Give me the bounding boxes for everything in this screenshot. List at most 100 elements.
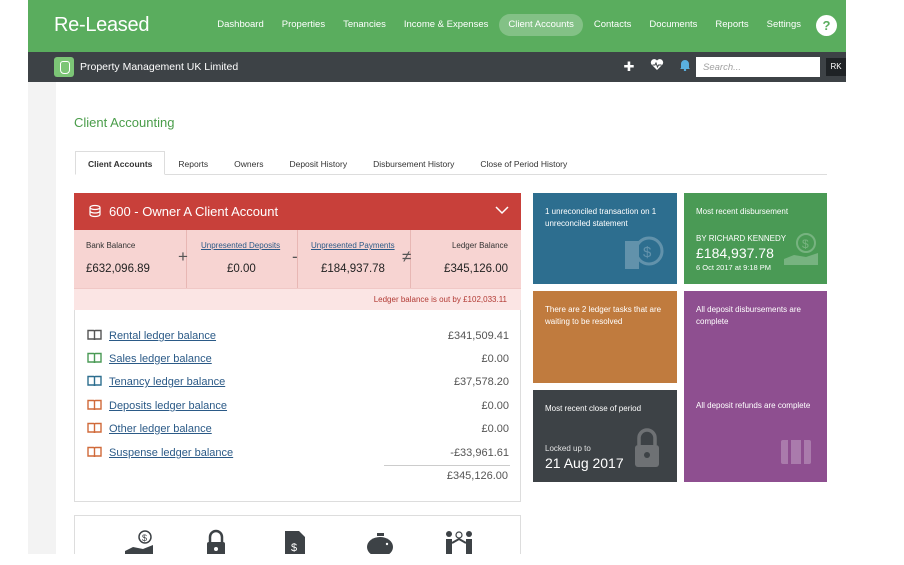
main-nav: Dashboard Properties Tenancies Income & … <box>208 14 846 36</box>
ledger-total: £345,126.00 <box>446 470 508 482</box>
nav-settings[interactable]: Settings <box>758 14 810 36</box>
nav-documents[interactable]: Documents <box>640 14 706 36</box>
tab-reports[interactable]: Reports <box>165 151 221 175</box>
tab-disbursement-history[interactable]: Disbursement History <box>360 151 467 175</box>
list-item: Tenancy ledger balance £37,578.20 <box>87 373 509 391</box>
user-avatar[interactable]: RK <box>826 58 846 76</box>
heartbeat-icon[interactable] <box>650 58 664 75</box>
nav-properties[interactable]: Properties <box>273 14 334 36</box>
ledger-amount: £0.00 <box>481 400 509 412</box>
unpresented-deposits-value: £0.00 <box>227 263 256 275</box>
disbursement-tile[interactable]: Most recent disbursement BY RICHARD KENN… <box>684 193 827 284</box>
tab-close-of-period-history[interactable]: Close of Period History <box>467 151 580 175</box>
list-item: Suspense ledger balance -£33,961.61 <box>87 444 509 462</box>
balance-summary: Bank Balance £632,096.89 + Unpresented D… <box>74 230 521 288</box>
top-navigation-bar: Re-Leased Dashboard Properties Tenancies… <box>28 0 846 52</box>
invoice-icon[interactable]: $ <box>283 529 307 554</box>
close-period-title: Most recent close of period <box>545 404 642 413</box>
help-button[interactable]: ? <box>816 14 837 36</box>
tab-client-accounts[interactable]: Client Accounts <box>75 151 166 175</box>
book-icon <box>87 375 102 390</box>
account-title: 600 - Owner A Client Account <box>109 204 279 219</box>
money-hand-icon: $ <box>784 231 820 272</box>
book-icon <box>87 352 102 367</box>
svg-text:$: $ <box>802 237 809 251</box>
total-divider <box>384 465 510 466</box>
lock-icon[interactable] <box>205 529 227 554</box>
plus-icon[interactable]: ✚ <box>622 59 636 75</box>
search-input[interactable] <box>696 57 820 77</box>
deposits-ledger-link[interactable]: Deposits ledger balance <box>109 400 227 412</box>
ledger-amount: £37,578.20 <box>453 376 509 388</box>
book-icon <box>87 422 102 437</box>
ledger-tasks-tile[interactable]: There are 2 ledger tasks that are waitin… <box>533 291 677 383</box>
handshake-icon[interactable] <box>443 529 475 554</box>
page-title: Client Accounting <box>74 115 175 130</box>
balance-warning: Ledger balance is out by £102,033.11 <box>74 288 521 310</box>
svg-text:$: $ <box>291 542 297 554</box>
bank-balance-value: £632,096.89 <box>86 263 150 275</box>
ledger-amount: £341,509.41 <box>447 330 509 342</box>
close-period-tile[interactable]: Most recent close of period Locked up to… <box>533 390 677 482</box>
unpresented-payments-link[interactable]: Unpresented Payments <box>311 241 395 250</box>
tenancy-ledger-link[interactable]: Tenancy ledger balance <box>109 376 225 388</box>
ledger-amount: £0.00 <box>481 353 509 365</box>
unreconciled-tile[interactable]: 1 unreconciled transaction on 1 unreconc… <box>533 193 677 284</box>
unpresented-deposits-link[interactable]: Unpresented Deposits <box>201 241 280 250</box>
list-item: Deposits ledger balance £0.00 <box>87 397 509 415</box>
locked-label: Locked up to <box>545 444 591 453</box>
coins-icon <box>88 204 102 218</box>
suspense-ledger-link[interactable]: Suspense ledger balance <box>109 447 233 459</box>
nav-income-expenses[interactable]: Income & Expenses <box>395 14 498 36</box>
disbursement-amount: £184,937.78 <box>696 245 774 261</box>
piggy-bank-icon[interactable] <box>363 529 397 554</box>
rental-ledger-link[interactable]: Rental ledger balance <box>109 330 216 342</box>
locked-date: 21 Aug 2017 <box>545 455 624 471</box>
ledger-tasks-text: There are 2 ledger tasks that are waitin… <box>545 305 662 326</box>
app-logo[interactable]: Re-Leased <box>54 14 149 37</box>
book-icon <box>87 446 102 461</box>
nav-reports[interactable]: Reports <box>706 14 757 36</box>
ledger-balance-label: Ledger Balance <box>451 241 508 250</box>
deposit-refunds-text: All deposit refunds are complete <box>696 401 811 410</box>
ledger-amount: -£33,961.61 <box>450 447 509 459</box>
luggage-icon <box>779 436 813 471</box>
svg-text:$: $ <box>142 533 147 543</box>
unreconciled-text: 1 unreconciled transaction on 1 unreconc… <box>545 207 657 228</box>
coins-icon: $ <box>625 231 665 276</box>
minus-operator: - <box>292 247 298 266</box>
warning-text: Ledger balance is out by £102,033.11 <box>373 295 507 304</box>
disbursement-title: Most recent disbursement <box>696 207 789 216</box>
company-logo-icon <box>54 57 74 77</box>
tab-deposit-history[interactable]: Deposit History <box>276 151 360 175</box>
unpresented-payments-value: £184,937.78 <box>321 263 385 275</box>
disbursement-date: 6 Oct 2017 at 9:18 PM <box>696 263 772 272</box>
svg-text:$: $ <box>643 244 652 261</box>
unpresented-deposits: Unpresented Deposits £0.00 <box>187 230 298 288</box>
shortcut-panel: $ $ <box>74 515 521 554</box>
book-icon <box>87 329 102 344</box>
other-ledger-link[interactable]: Other ledger balance <box>109 423 212 435</box>
deposits-tile[interactable]: All deposit disbursements are complete A… <box>684 291 827 482</box>
book-icon <box>87 399 102 414</box>
ledger-balance-value: £345,126.00 <box>444 263 508 275</box>
bell-icon[interactable] <box>678 58 692 75</box>
company-bar: Property Management UK Limited ✚ RK <box>28 52 846 82</box>
deposit-disbursements-text: All deposit disbursements are complete <box>696 305 801 326</box>
account-header[interactable]: 600 - Owner A Client Account <box>74 193 521 230</box>
tab-owners[interactable]: Owners <box>221 151 276 175</box>
lock-icon <box>633 428 661 473</box>
list-item: Sales ledger balance £0.00 <box>87 350 509 368</box>
nav-contacts[interactable]: Contacts <box>585 14 641 36</box>
money-hand-icon[interactable]: $ <box>123 529 157 554</box>
company-name[interactable]: Property Management UK Limited <box>80 61 238 73</box>
nav-tenancies[interactable]: Tenancies <box>334 14 395 36</box>
bank-balance-label: Bank Balance <box>86 241 136 250</box>
ledger-list: Rental ledger balance £341,509.41 Sales … <box>74 310 521 502</box>
nav-client-accounts[interactable]: Client Accounts <box>499 14 583 36</box>
sales-ledger-link[interactable]: Sales ledger balance <box>109 353 212 365</box>
nav-dashboard[interactable]: Dashboard <box>208 14 272 36</box>
chevron-down-icon[interactable] <box>495 202 509 218</box>
tab-bar: Client Accounts Reports Owners Deposit H… <box>75 151 580 175</box>
bank-balance: Bank Balance £632,096.89 <box>74 230 187 288</box>
